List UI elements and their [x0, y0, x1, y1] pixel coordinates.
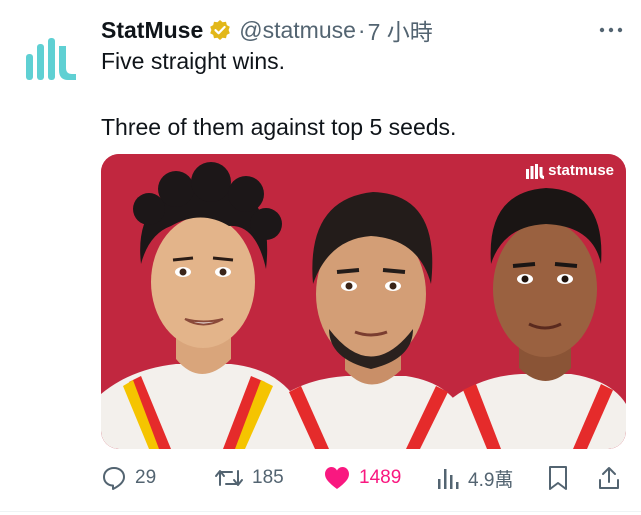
tweet-media-image[interactable]: statmuse: [101, 154, 626, 449]
retweet-count: 185: [252, 467, 284, 488]
bookmark-button[interactable]: [547, 460, 577, 496]
players-illustration: [101, 154, 626, 449]
verified-badge-icon: [210, 20, 231, 40]
meta-separator: ·: [357, 16, 366, 43]
retweet-button[interactable]: 185: [214, 460, 284, 496]
views-count: 4.9萬: [468, 469, 514, 491]
reply-icon: [103, 467, 125, 490]
author-handle[interactable]: @statmuse: [239, 17, 356, 44]
tweet-timestamp[interactable]: 7 小時: [368, 13, 433, 47]
reply-count: 29: [135, 467, 157, 488]
reply-button[interactable]: 29: [101, 460, 156, 496]
share-button[interactable]: [597, 460, 629, 496]
divider: [0, 511, 641, 512]
retweet-icon: [215, 470, 243, 486]
views-icon: [438, 469, 459, 489]
more-button[interactable]: [596, 20, 626, 40]
statmuse-logo-icon: [26, 38, 76, 80]
like-button[interactable]: 1489: [323, 460, 401, 496]
views-button[interactable]: 4.9萬: [436, 460, 513, 496]
statmuse-mini-logo-icon: [526, 163, 545, 179]
author-name[interactable]: StatMuse: [101, 17, 203, 44]
statmuse-watermark: statmuse: [526, 162, 614, 179]
tweet-action-bar: 29 185 1489 4.9萬: [0, 460, 641, 496]
share-icon: [599, 467, 619, 489]
tweet-text-line-2: Three of them against top 5 seeds.: [101, 114, 457, 140]
tweet-header: StatMuse @statmuse · 7 小時: [101, 14, 433, 46]
like-count: 1489: [359, 467, 402, 488]
bookmark-icon: [549, 466, 567, 490]
like-icon: [325, 467, 349, 489]
more-icon: [599, 27, 623, 33]
avatar[interactable]: [22, 30, 80, 88]
tweet-text-line-1: Five straight wins.: [101, 48, 286, 74]
watermark-text: statmuse: [548, 162, 614, 179]
